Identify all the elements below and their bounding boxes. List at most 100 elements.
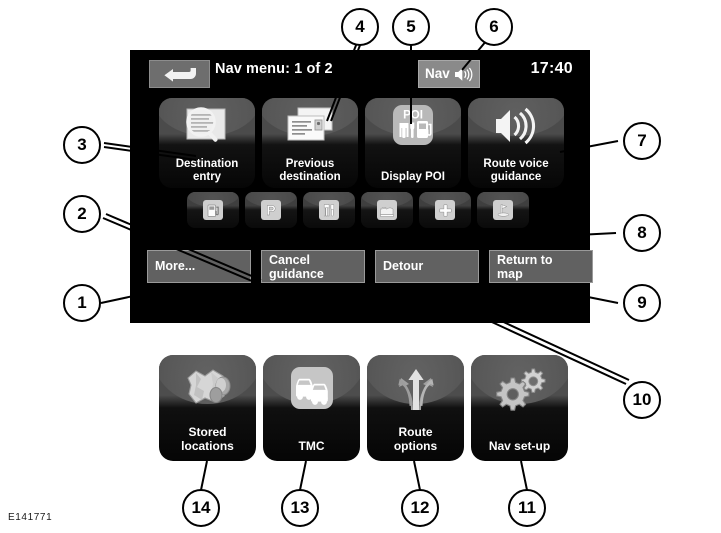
- poi-shortcut-row: P: [187, 192, 537, 228]
- envelopes-icon: [262, 102, 358, 150]
- tile-nav-set-up[interactable]: Nav set-up: [471, 355, 568, 461]
- callout-number: 10: [632, 390, 652, 409]
- tile-label: Route options: [369, 425, 462, 453]
- tile-label-line1: Route: [398, 425, 433, 439]
- callout-number: 3: [77, 135, 87, 154]
- callout-3: 3: [63, 126, 101, 164]
- callout-13: 13: [281, 489, 319, 527]
- tile-label-line2: entry: [192, 170, 222, 183]
- cancel-guidance-label-line2: guidance: [269, 266, 324, 281]
- callout-number: 1: [77, 293, 87, 312]
- tile-label: Nav set-up: [473, 438, 566, 454]
- poi-shortcut-parking[interactable]: P: [245, 192, 297, 228]
- poi-shortcut-hotel[interactable]: [361, 192, 413, 228]
- return-to-map-label-line2: map: [497, 266, 523, 281]
- hospital-plus-icon: [435, 200, 455, 220]
- golf-flag-icon: [493, 200, 513, 220]
- tile-display-poi[interactable]: POI Display POI: [365, 98, 461, 188]
- callout-number: 7: [637, 131, 647, 150]
- callout-1: 1: [63, 284, 101, 322]
- fuel-pump-icon: [203, 200, 223, 220]
- tile-label-line2: destination: [279, 170, 341, 183]
- svg-text:POI: POI: [403, 110, 423, 122]
- more-button[interactable]: More...: [147, 250, 251, 283]
- map-pins-icon: [159, 361, 256, 417]
- tile-route-options[interactable]: Route options: [367, 355, 464, 461]
- callout-11: 11: [508, 489, 546, 527]
- callout-number: 12: [410, 498, 430, 517]
- hotel-bed-icon: [377, 200, 397, 220]
- more-button-label: More...: [155, 259, 196, 273]
- poi-shortcut-hospital[interactable]: [419, 192, 471, 228]
- return-to-map-button[interactable]: Return to map: [489, 250, 593, 283]
- callout-number: 14: [191, 498, 211, 517]
- callout-9: 9: [623, 284, 661, 322]
- tile-label-line1: Previous: [285, 158, 335, 170]
- speaker-icon: [454, 67, 473, 81]
- detour-button-label: Detour: [383, 259, 424, 273]
- callout-number: 11: [518, 498, 536, 517]
- back-button[interactable]: [149, 60, 210, 88]
- return-to-map-label-line1: Return to: [497, 253, 553, 267]
- tile-label: Previous destination: [264, 158, 356, 183]
- tile-label: Route voice guidance: [470, 158, 562, 183]
- tile-destination-entry[interactable]: Destination entry: [159, 98, 255, 188]
- magnifier-over-map-icon: [159, 102, 255, 150]
- tile-label: Destination entry: [161, 158, 253, 183]
- detour-button[interactable]: Detour: [375, 250, 479, 283]
- callout-8: 8: [623, 214, 661, 252]
- tile-label-line1: TMC: [298, 438, 325, 453]
- callout-14: 14: [182, 489, 220, 527]
- callout-5: 5: [392, 8, 430, 46]
- poi-shortcut-restaurant[interactable]: [303, 192, 355, 228]
- tile-label: TMC: [265, 438, 358, 454]
- nav-badge-label: Nav: [425, 66, 450, 82]
- nav-audio-badge[interactable]: Nav: [418, 60, 480, 88]
- tile-label-line2: guidance: [490, 170, 542, 183]
- tile-stored-locations[interactable]: Stored locations: [159, 355, 256, 461]
- tile-label-line1: Destination: [175, 158, 239, 170]
- cancel-guidance-button[interactable]: Cancel guidance: [261, 250, 365, 283]
- poi-icon: POI: [365, 102, 461, 150]
- callout-4: 4: [341, 8, 379, 46]
- back-arrow-icon: [163, 68, 196, 82]
- callout-10: 10: [623, 381, 661, 419]
- tile-label-line2: locations: [181, 438, 234, 453]
- restaurant-cutlery-icon: [319, 200, 339, 220]
- callout-number: 4: [355, 17, 365, 36]
- poi-shortcut-fuel[interactable]: [187, 192, 239, 228]
- route-arrows-icon: [367, 361, 464, 417]
- svg-text:P: P: [266, 202, 275, 218]
- tile-label-line1: Stored: [188, 425, 227, 439]
- tile-label-line1: Nav set-up: [488, 438, 551, 453]
- tile-label-line1: Route voice: [483, 158, 549, 170]
- callout-2: 2: [63, 195, 101, 233]
- callout-number: 5: [406, 17, 416, 36]
- loudspeaker-icon: [468, 102, 564, 150]
- poi-shortcut-golf[interactable]: [477, 192, 529, 228]
- parking-p-icon: P: [261, 200, 281, 220]
- tile-previous-destination[interactable]: Previous destination: [262, 98, 358, 188]
- tile-label: Stored locations: [161, 425, 254, 453]
- main-tile-row: Destination entry Previous destination P…: [159, 98, 565, 188]
- callout-number: 8: [637, 223, 647, 242]
- gears-icon: [471, 361, 568, 417]
- callout-12: 12: [401, 489, 439, 527]
- callout-6: 6: [475, 8, 513, 46]
- callout-number: 6: [489, 17, 499, 36]
- screen-bottom-button-bar: More... Cancel guidance Detour Return to…: [130, 250, 593, 290]
- lower-tile-row: Stored locations TMC Route options Nav s…: [159, 355, 571, 461]
- callout-number: 13: [290, 498, 310, 517]
- traffic-cars-icon: [263, 361, 360, 417]
- tile-label: Display POI: [367, 171, 459, 184]
- tile-tmc[interactable]: TMC: [263, 355, 360, 461]
- callout-7: 7: [623, 122, 661, 160]
- tile-label-line1: Display POI: [381, 170, 445, 183]
- tile-route-voice-guidance[interactable]: Route voice guidance: [468, 98, 564, 188]
- status-bar: Nav menu: 1 of 2 Nav 17:40: [130, 50, 590, 94]
- callout-number: 2: [77, 204, 87, 223]
- tile-label-line2: options: [393, 438, 438, 453]
- nav-menu-title: Nav menu: 1 of 2: [215, 61, 333, 77]
- cancel-guidance-label-line1: Cancel: [269, 253, 310, 267]
- figure-code: E141771: [8, 512, 53, 523]
